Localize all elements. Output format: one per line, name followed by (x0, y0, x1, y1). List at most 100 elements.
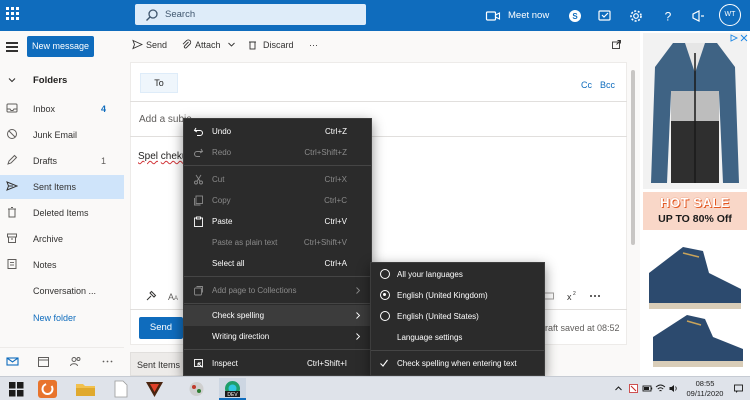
folder-deleted-items[interactable]: Deleted Items (0, 201, 124, 225)
svg-text:?: ? (665, 10, 672, 24)
folders-header[interactable]: Folders (0, 69, 124, 91)
more-options-icon[interactable] (589, 290, 601, 302)
edge-dev-taskbar-button[interactable]: DEV (219, 378, 246, 400)
folder-junk-email[interactable]: Junk Email (0, 123, 124, 147)
new-message-button[interactable]: New message (27, 36, 94, 57)
message-body[interactable]: Spel cheku (138, 151, 187, 162)
windows-start-icon[interactable] (3, 378, 30, 400)
menu-item-select-all[interactable]: Select all Ctrl+A (184, 253, 371, 274)
feedback-icon[interactable] (597, 8, 613, 24)
menu-item-label: Copy (212, 196, 231, 205)
file-explorer-icon[interactable] (72, 378, 99, 400)
folder-drafts[interactable]: Drafts 1 (0, 149, 124, 173)
meet-now-label[interactable]: Meet now (508, 10, 549, 21)
superscript-icon[interactable]: x2 (566, 290, 578, 302)
mail-icon[interactable] (6, 355, 19, 368)
chevron-right-icon (356, 312, 361, 319)
refresh-app-icon[interactable] (34, 378, 61, 400)
to-button[interactable]: To (140, 73, 178, 93)
game-app-icon[interactable] (183, 378, 210, 400)
folder-conversation-history[interactable]: Conversation ... (0, 279, 124, 303)
send-command[interactable]: Send (146, 40, 167, 50)
cc-link[interactable]: Cc (581, 80, 592, 90)
submenu-item-english-uk[interactable]: English (United Kingdom) (371, 285, 544, 306)
system-clock[interactable]: 08:55 09/11/2020 (680, 379, 730, 399)
submenu-item-english-us[interactable]: English (United States) (371, 306, 544, 327)
volume-icon[interactable] (668, 383, 679, 394)
folder-archive[interactable]: Archive (0, 227, 124, 251)
document-icon[interactable] (107, 378, 134, 400)
waffle-icon[interactable] (6, 7, 20, 21)
media-app-icon[interactable] (141, 378, 168, 400)
search-box[interactable]: Search (135, 4, 366, 25)
people-icon[interactable] (69, 355, 82, 368)
alert-icon[interactable] (628, 383, 639, 394)
more-commands[interactable]: ··· (309, 40, 318, 50)
submenu-item-all-languages[interactable]: All your languages (371, 264, 544, 285)
menu-item-cut[interactable]: Cut Ctrl+X (184, 169, 371, 190)
battery-icon[interactable] (642, 383, 653, 394)
chevron-down-icon[interactable] (226, 39, 237, 50)
help-icon[interactable]: ? (660, 8, 676, 24)
menu-item-label: Inspect (212, 359, 238, 368)
undo-icon (193, 127, 203, 136)
checkmark-icon (380, 359, 388, 367)
menu-item-writing-direction[interactable]: Writing direction (184, 326, 371, 347)
folder-notes[interactable]: Notes (0, 253, 124, 277)
folder-label: Sent Items (33, 182, 77, 192)
menu-item-shortcut: Ctrl+A (324, 259, 347, 268)
discard-command[interactable]: Discard (263, 40, 294, 50)
submenu-item-language-settings[interactable]: Language settings (371, 327, 544, 348)
hot-sale-banner[interactable]: HOT SALE UP TO 80% Off (643, 192, 747, 230)
cut-icon (194, 174, 203, 185)
menu-item-label: Paste (212, 217, 233, 226)
gear-icon[interactable] (628, 8, 644, 24)
skype-icon[interactable]: S (567, 8, 583, 24)
menu-item-label: Check spelling (212, 311, 265, 320)
close-icon[interactable] (740, 34, 748, 42)
menu-item-copy[interactable]: Copy Ctrl+C (184, 190, 371, 211)
video-icon[interactable] (485, 8, 501, 24)
menu-item-add-to-collections[interactable]: Add page to Collections (184, 280, 371, 301)
tab-sent-items[interactable]: Sent Items (130, 352, 185, 376)
pop-out-icon[interactable] (611, 39, 622, 50)
draft-status: raft saved at 08:52 (545, 323, 620, 333)
format-painter-icon[interactable] (145, 290, 157, 302)
font-size-icon[interactable]: AA (167, 290, 179, 302)
folder-label: Notes (33, 260, 57, 270)
menu-item-redo[interactable]: Redo Ctrl+Shift+Z (184, 142, 371, 163)
submenu-item-label: English (United Kingdom) (397, 291, 488, 300)
tab-label: Sent Items (137, 360, 181, 370)
collections-icon (194, 286, 203, 296)
calendar-icon[interactable] (37, 355, 50, 368)
notification-icon[interactable] (733, 383, 744, 394)
attach-command[interactable]: Attach (195, 40, 221, 50)
misspelled-word: Spel (138, 151, 159, 162)
menu-item-paste-plain-text[interactable]: Paste as plain text Ctrl+Shift+V (184, 232, 371, 253)
wifi-icon[interactable] (655, 383, 666, 394)
scrollbar[interactable] (631, 70, 635, 245)
folder-inbox[interactable]: Inbox 4 (0, 97, 124, 121)
svg-text:A: A (174, 296, 178, 302)
submenu-item-check-when-typing[interactable]: Check spelling when entering text (371, 353, 544, 374)
menu-item-label: Select all (212, 259, 245, 268)
new-folder-link[interactable]: New folder (33, 313, 76, 323)
chevron-up-icon[interactable] (613, 383, 624, 394)
avatar[interactable]: WT (719, 4, 741, 26)
menu-item-paste[interactable]: Paste Ctrl+V (184, 211, 371, 232)
folder-sent-items[interactable]: Sent Items (0, 175, 124, 199)
folder-label: Junk Email (33, 130, 78, 140)
redo-icon (194, 148, 204, 157)
menu-item-inspect[interactable]: Inspect Ctrl+Shift+I (184, 353, 371, 374)
menu-item-check-spelling[interactable]: Check spelling (184, 305, 371, 326)
menu-item-undo[interactable]: Undo Ctrl+Z (184, 121, 371, 142)
send-button[interactable]: Send (139, 317, 183, 339)
bcc-link[interactable]: Bcc (600, 80, 615, 90)
adchoices-icon[interactable] (730, 34, 738, 42)
hamburger-icon[interactable] (6, 42, 18, 52)
more-apps-icon[interactable] (101, 355, 114, 368)
paperclip-icon (182, 39, 192, 49)
svg-text:x: x (567, 292, 572, 302)
menu-item-label: Cut (212, 175, 225, 184)
megaphone-icon[interactable] (690, 8, 706, 24)
